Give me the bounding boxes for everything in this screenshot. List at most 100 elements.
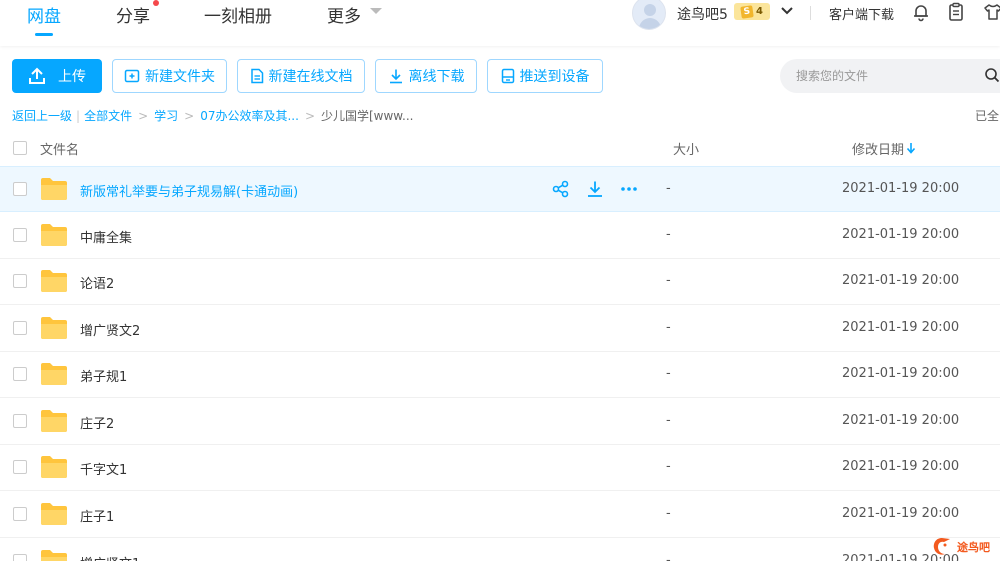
row-checkbox[interactable]	[13, 554, 27, 561]
file-modified-date: 2021-01-19 20:00	[842, 181, 960, 196]
table-row[interactable]: 千字文1 - 2021-01-19 20:00	[0, 445, 1000, 491]
table-row[interactable]: 弟子规1 - 2021-01-19 20:00	[0, 352, 1000, 398]
row-actions	[552, 180, 638, 198]
username[interactable]: 途鸟吧5	[677, 4, 728, 24]
tab-netdisk[interactable]: 网盘	[27, 2, 61, 27]
download-icon[interactable]	[586, 180, 604, 198]
search-icon[interactable]	[984, 67, 1000, 83]
row-checkbox[interactable]	[13, 507, 27, 521]
table-row[interactable]: 增广贤文1 - 2021-01-19 20:00	[0, 539, 1000, 561]
search-box	[780, 59, 1000, 93]
new-doc-button[interactable]: 新建在线文档	[237, 59, 365, 93]
file-modified-date: 2021-01-19 20:00	[842, 320, 960, 335]
share-icon[interactable]	[552, 180, 570, 198]
sort-arrow-icon[interactable]	[906, 142, 916, 154]
table-row[interactable]: 增广贤文2 - 2021-01-19 20:00	[0, 306, 1000, 352]
table-header: 文件名 大小 修改日期	[0, 130, 1000, 166]
table-row[interactable]: 庄子1 - 2021-01-19 20:00	[0, 492, 1000, 538]
column-header-modified[interactable]: 修改日期	[852, 139, 904, 158]
folder-icon	[41, 503, 67, 525]
more-icon[interactable]	[620, 180, 638, 198]
breadcrumb-item[interactable]: 07办公效率及其...	[200, 107, 299, 124]
folder-icon	[41, 363, 67, 385]
chevron-down-icon[interactable]	[370, 8, 382, 14]
tab-album[interactable]: 一刻相册	[204, 2, 272, 27]
new-folder-icon	[124, 69, 140, 83]
folder-icon	[41, 456, 67, 478]
row-checkbox[interactable]	[13, 321, 27, 335]
file-name[interactable]: 增广贤文2	[80, 320, 140, 339]
column-header-size[interactable]: 大小	[673, 139, 699, 158]
file-modified-date: 2021-01-19 20:00	[842, 273, 960, 288]
file-name[interactable]: 论语2	[80, 273, 114, 292]
row-checkbox[interactable]	[13, 274, 27, 288]
search-input[interactable]	[796, 59, 976, 93]
file-size: -	[666, 320, 671, 335]
upload-label: 上传	[58, 69, 86, 85]
new-folder-button[interactable]: 新建文件夹	[112, 59, 227, 93]
offline-download-button[interactable]: 离线下载	[375, 59, 477, 93]
file-size: -	[666, 366, 671, 381]
file-name[interactable]: 弟子规1	[80, 366, 127, 385]
chevron-down-icon[interactable]	[780, 5, 794, 17]
folder-icon	[41, 410, 67, 432]
table-row[interactable]: 论语2 - 2021-01-19 20:00	[0, 259, 1000, 305]
breadcrumb-separator: >	[138, 108, 149, 123]
loaded-status: 已全	[975, 109, 1000, 123]
bird-logo-icon	[933, 538, 950, 555]
push-device-button[interactable]: 推送到设备	[487, 59, 603, 93]
file-name[interactable]: 增广贤文1	[80, 553, 140, 561]
file-size: -	[666, 459, 671, 474]
file-name[interactable]: 庄子1	[80, 506, 114, 525]
file-size: -	[666, 553, 671, 561]
row-checkbox[interactable]	[13, 228, 27, 242]
breadcrumb-divider: |	[76, 108, 81, 123]
table-row[interactable]: 中庸全集 - 2021-01-19 20:00	[0, 213, 1000, 259]
upload-icon	[29, 67, 45, 84]
divider	[810, 6, 811, 20]
tab-more[interactable]: 更多	[327, 2, 361, 27]
breadcrumb-item[interactable]: 全部文件	[84, 107, 132, 124]
folder-icon	[41, 178, 67, 200]
device-icon	[501, 68, 514, 84]
file-name[interactable]: 庄子2	[80, 413, 114, 432]
vip-level: 4	[756, 6, 763, 17]
new-folder-label: 新建文件夹	[145, 69, 215, 85]
breadcrumb-current: 少儿国学[www...	[321, 109, 414, 123]
table-row[interactable]: 新版常礼举要与弟子规易解(卡通动画) - 2021-01-19 20:00	[0, 166, 1000, 212]
client-download-link[interactable]: 客户端下载	[829, 4, 894, 23]
upload-button[interactable]: 上传	[12, 59, 102, 93]
avatar[interactable]	[632, 0, 666, 30]
watermark-text: 途鸟吧	[957, 541, 990, 554]
active-tab-indicator	[35, 33, 53, 36]
tab-share[interactable]: 分享	[116, 2, 150, 27]
file-name[interactable]: 新版常礼举要与弟子规易解(卡通动画)	[80, 181, 298, 200]
new-doc-label: 新建在线文档	[268, 69, 353, 85]
breadcrumb-item[interactable]: 学习	[154, 107, 178, 124]
file-name[interactable]: 千字文1	[80, 459, 127, 478]
row-checkbox[interactable]	[13, 460, 27, 474]
file-modified-date: 2021-01-19 20:00	[842, 413, 960, 428]
breadcrumb-back[interactable]: 返回上一级	[12, 107, 72, 124]
row-checkbox[interactable]	[13, 182, 27, 196]
offline-download-label: 离线下载	[408, 69, 465, 85]
vip-badge[interactable]: S 4	[734, 3, 770, 20]
clipboard-icon[interactable]	[946, 2, 966, 22]
file-name[interactable]: 中庸全集	[80, 227, 132, 246]
shirt-icon[interactable]	[983, 2, 1000, 22]
breadcrumb-separator: >	[184, 108, 195, 123]
column-header-name[interactable]: 文件名	[40, 139, 79, 158]
row-checkbox[interactable]	[13, 367, 27, 381]
download-icon	[389, 69, 402, 84]
row-checkbox[interactable]	[13, 414, 27, 428]
file-size: -	[666, 227, 671, 242]
table-row[interactable]: 庄子2 - 2021-01-19 20:00	[0, 399, 1000, 445]
file-modified-date: 2021-01-19 20:00	[842, 227, 960, 242]
select-all-checkbox[interactable]	[13, 141, 27, 155]
breadcrumb-separator: >	[304, 108, 315, 123]
file-size: -	[666, 506, 671, 521]
notification-dot	[153, 0, 159, 6]
breadcrumb: 返回上一级 | 全部文件 > 学习 > 07办公效率及其... > 少儿国学[w…	[12, 107, 413, 124]
new-doc-icon	[250, 68, 263, 84]
bell-icon[interactable]	[911, 2, 931, 22]
